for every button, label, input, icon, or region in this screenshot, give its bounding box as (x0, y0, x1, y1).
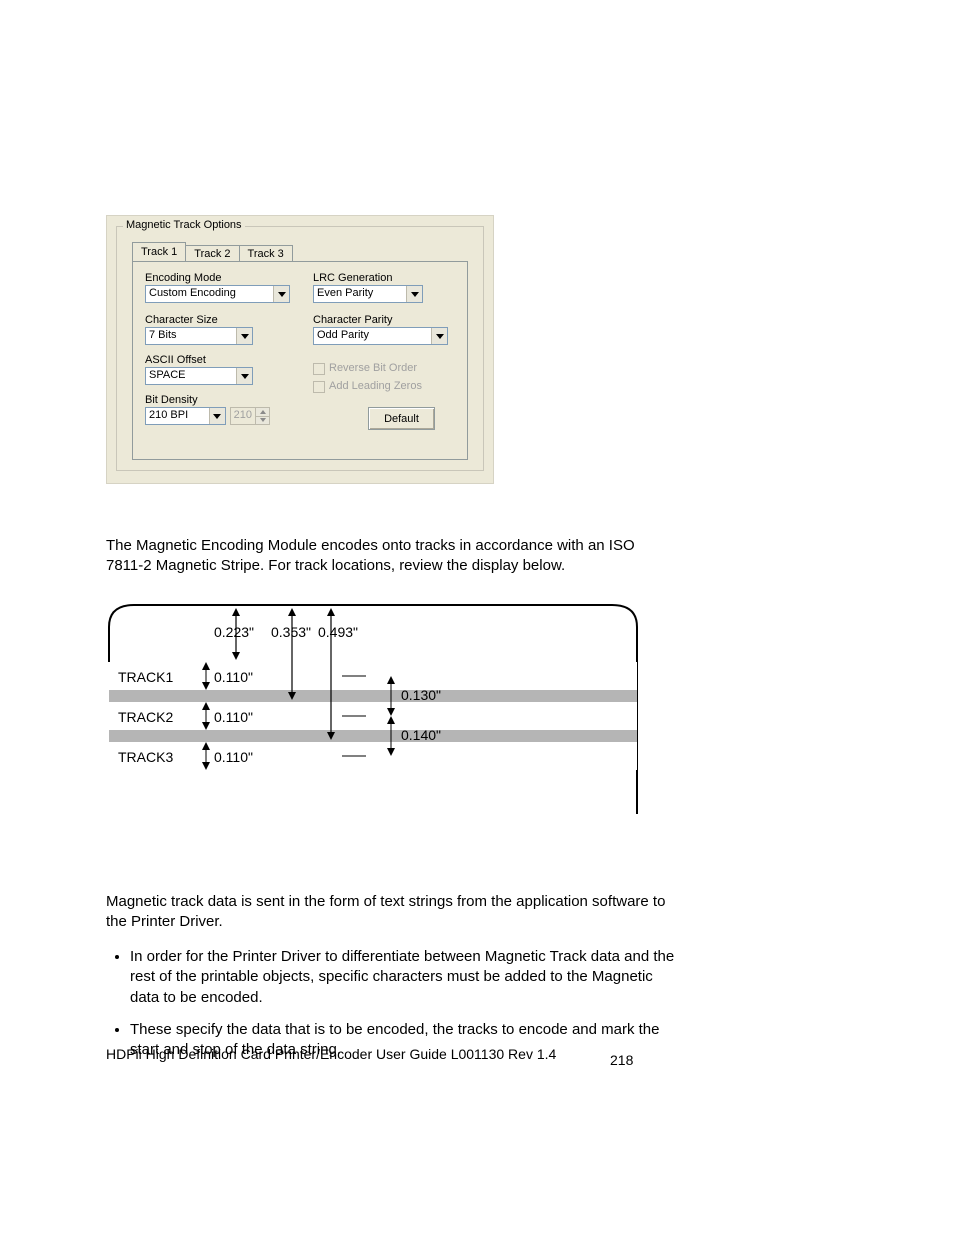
checkbox-icon (313, 363, 325, 375)
dim-0493: 0.493" (318, 624, 358, 640)
track2-label: TRACK2 (118, 709, 173, 725)
ascii-offset-select[interactable]: SPACE (145, 367, 253, 385)
chevron-down-icon[interactable] (431, 328, 447, 344)
tab-track2[interactable]: Track 2 (185, 245, 239, 262)
character-parity-label: Character Parity (313, 314, 448, 326)
page-number: 218 (610, 1052, 633, 1068)
encoding-mode-label: Encoding Mode (145, 272, 270, 284)
add-leading-zeros-label: Add Leading Zeros (329, 380, 422, 392)
tab-panel: Encoding Mode Custom Encoding Character … (132, 261, 468, 460)
intro-paragraph: The Magnetic Encoding Module encodes ont… (106, 536, 666, 577)
encoding-mode-select[interactable]: Custom Encoding (145, 285, 290, 303)
chevron-down-icon[interactable] (406, 286, 422, 302)
character-parity-value: Odd Parity (314, 328, 431, 344)
right-margin-column (690, 0, 954, 1235)
groupbox: Magnetic Track Options Track 1 Track 2 T… (116, 226, 484, 471)
bit-density-label: Bit Density (145, 394, 270, 406)
groupbox-title: Magnetic Track Options (123, 219, 245, 231)
ascii-offset-value: SPACE (146, 368, 236, 384)
character-size-value: 7 Bits (146, 328, 236, 344)
bullet-1: In order for the Printer Driver to diffe… (130, 947, 686, 1008)
character-parity-select[interactable]: Odd Parity (313, 327, 448, 345)
checkbox-icon (313, 381, 325, 393)
spin-up-icon (256, 408, 269, 417)
default-button[interactable]: Default (368, 407, 435, 430)
track1-label: TRACK1 (118, 669, 173, 685)
ascii-offset-label: ASCII Offset (145, 354, 270, 366)
footer-text: HDPii High Definition Card Printer/Encod… (106, 1046, 556, 1062)
stripe-diagram: 0.223" 0.353" 0.493" TRACK1 TRACK2 TRACK… (106, 602, 642, 817)
lrc-generation-value: Even Parity (314, 286, 406, 302)
reverse-bit-order-label: Reverse Bit Order (329, 362, 417, 374)
bit-density-value: 210 BPI (146, 408, 209, 424)
encoding-mode-value: Custom Encoding (146, 286, 273, 302)
track2-height: 0.110" (214, 709, 253, 725)
chevron-down-icon[interactable] (209, 408, 225, 424)
gap-0130: 0.130" (401, 687, 441, 703)
lrc-generation-label: LRC Generation (313, 272, 448, 284)
tab-track3[interactable]: Track 3 (239, 245, 293, 262)
track1-height: 0.110" (214, 669, 253, 685)
dim-0223: 0.223" (214, 624, 254, 640)
gap-0140: 0.140" (401, 727, 441, 743)
character-size-select[interactable]: 7 Bits (145, 327, 253, 345)
chevron-down-icon[interactable] (273, 286, 289, 302)
tab-track1[interactable]: Track 1 (132, 242, 186, 261)
spin-down-icon (256, 417, 269, 425)
send-paragraph: Magnetic track data is sent in the form … (106, 892, 666, 933)
chevron-down-icon[interactable] (236, 368, 252, 384)
tabs: Track 1 Track 2 Track 3 (132, 241, 292, 261)
track3-label: TRACK3 (118, 749, 173, 765)
chevron-down-icon[interactable] (236, 328, 252, 344)
lrc-generation-select[interactable]: Even Parity (313, 285, 423, 303)
track3-height: 0.110" (214, 749, 253, 765)
bit-density-spin-value: 210 (230, 407, 256, 425)
add-leading-zeros-checkbox: Add Leading Zeros (313, 380, 448, 393)
bit-density-spinner: 210 (230, 407, 270, 425)
dim-0353: 0.353" (271, 624, 311, 640)
reverse-bit-order-checkbox: Reverse Bit Order (313, 362, 448, 375)
magnetic-track-options-dialog: Magnetic Track Options Track 1 Track 2 T… (106, 215, 494, 484)
bit-density-select[interactable]: 210 BPI (145, 407, 226, 425)
bullet-list: In order for the Printer Driver to diffe… (106, 947, 686, 1060)
character-size-label: Character Size (145, 314, 270, 326)
